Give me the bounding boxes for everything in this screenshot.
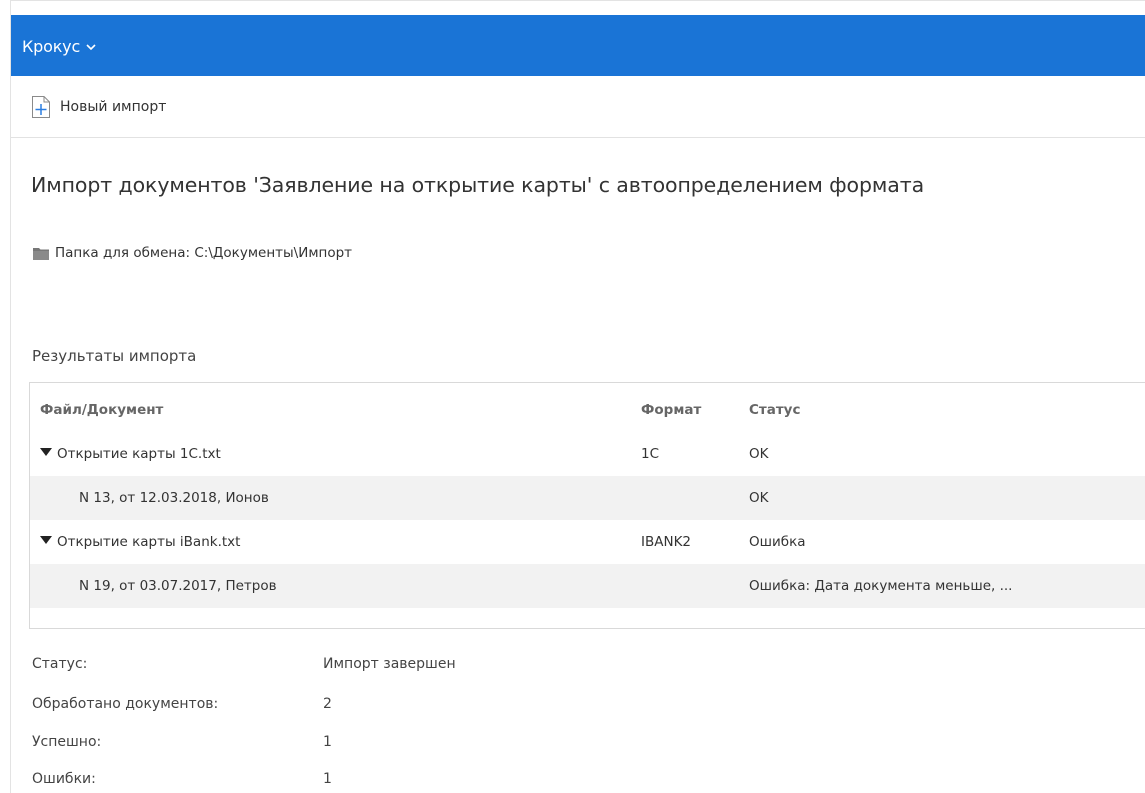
- summary-label: Обработано документов:: [32, 696, 219, 712]
- app-name: Крокус: [22, 36, 81, 56]
- summary-value: 1: [323, 734, 332, 750]
- exchange-folder-line: Папка для обмена: C:\Документы\Импорт: [33, 245, 352, 261]
- chevron-down-icon: [86, 44, 96, 51]
- table-row-document[interactable]: N 13, от 12.03.2018, Ионов OK: [30, 476, 1145, 520]
- document-cell: N 19, от 03.07.2017, Петров: [79, 578, 277, 594]
- column-header-document[interactable]: Файл/Документ: [40, 388, 163, 432]
- summary-value: 2: [323, 696, 332, 712]
- summary-label: Успешно:: [32, 734, 102, 750]
- toolbar: Новый импорт: [11, 76, 1145, 138]
- summary-value: Импорт завершен: [323, 656, 456, 672]
- expand-triangle-icon[interactable]: [40, 536, 52, 544]
- status-cell: OK: [749, 490, 769, 506]
- file-cell: Открытие карты iBank.txt: [40, 520, 240, 564]
- summary-value: 1: [323, 771, 332, 787]
- table-row-document[interactable]: N 19, от 03.07.2017, Петров Ошибка: Дата…: [30, 564, 1145, 608]
- status-cell: OK: [749, 446, 769, 462]
- results-section-title: Результаты импорта: [32, 347, 197, 365]
- top-navigation-bar: Крокус: [11, 15, 1145, 76]
- status-cell: Ошибка: Дата документа меньше, ...: [749, 578, 1013, 594]
- summary-label: Ошибки:: [32, 771, 96, 787]
- new-import-label: Новый импорт: [60, 99, 167, 115]
- table-row-file[interactable]: Открытие карты iBank.txt IBANK2 Ошибка: [30, 520, 1145, 564]
- exchange-folder-path: Папка для обмена: C:\Документы\Импорт: [55, 245, 353, 261]
- app-window: Крокус Новый импорт Импорт документов 'З…: [10, 0, 1145, 793]
- column-header-status[interactable]: Статус: [749, 388, 800, 432]
- table-header-row: Файл/Документ Формат Статус: [30, 388, 1145, 432]
- status-cell: Ошибка: [749, 534, 806, 550]
- format-cell: IBANK2: [641, 534, 692, 550]
- expand-triangle-icon[interactable]: [40, 448, 52, 456]
- new-import-button[interactable]: Новый импорт: [31, 95, 166, 119]
- app-switcher-dropdown[interactable]: Крокус: [22, 34, 98, 58]
- table-row-file[interactable]: Открытие карты 1C.txt 1C OK: [30, 432, 1145, 476]
- column-header-format[interactable]: Формат: [641, 388, 701, 432]
- folder-icon: [33, 247, 49, 260]
- format-cell: 1C: [641, 446, 660, 462]
- import-results-table: Файл/Документ Формат Статус Открытие кар…: [29, 382, 1145, 629]
- file-name: Открытие карты iBank.txt: [57, 534, 241, 550]
- summary-label: Статус:: [32, 656, 88, 672]
- document-cell: N 13, от 12.03.2018, Ионов: [79, 490, 269, 506]
- file-name: Открытие карты 1C.txt: [57, 446, 221, 462]
- document-plus-icon: [32, 96, 50, 118]
- file-cell: Открытие карты 1C.txt: [40, 432, 221, 476]
- page-title: Импорт документов 'Заявление на открытие…: [31, 173, 925, 197]
